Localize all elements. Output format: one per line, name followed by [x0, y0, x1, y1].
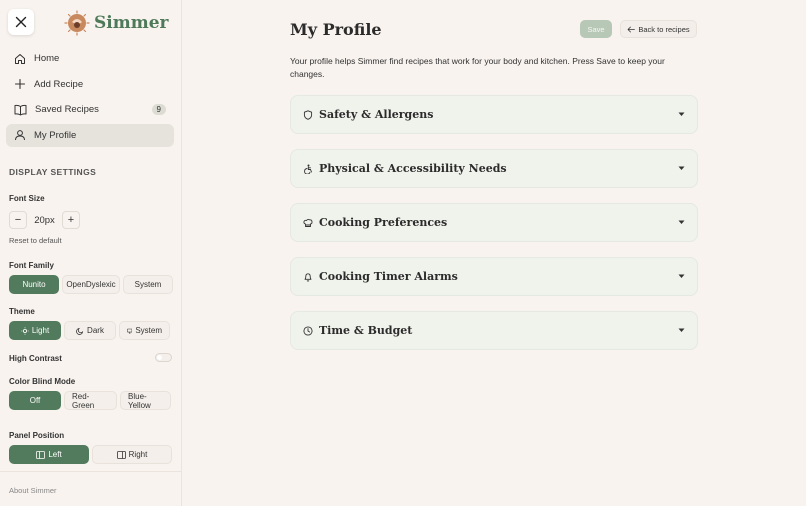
chevron-down-icon [678, 220, 685, 224]
shield-icon [303, 109, 313, 120]
panel-option-label: Left [48, 450, 62, 459]
theme-option-label: Dark [87, 326, 104, 335]
section-cooking-preferences[interactable]: Cooking Preferences [290, 203, 698, 242]
sidebar-item-label: Saved Recipes [35, 104, 99, 115]
section-physical-accessibility[interactable]: Physical & Accessibility Needs [290, 149, 698, 188]
theme-selector: Light Dark System [9, 321, 170, 340]
section-time-budget[interactable]: Time & Budget [290, 311, 698, 350]
app-name: Simmer [94, 13, 169, 33]
moon-icon [76, 327, 84, 335]
app-logo[interactable]: Simmer [64, 10, 168, 36]
font-option-nunito[interactable]: Nunito [9, 275, 59, 294]
color-blind-option-blue-yellow[interactable]: Blue-Yellow [120, 391, 171, 410]
sidebar-item-add-recipe[interactable]: Add Recipe [6, 73, 174, 96]
sun-icon [21, 326, 29, 335]
high-contrast-toggle[interactable] [155, 353, 172, 362]
close-sidebar-button[interactable] [8, 9, 34, 35]
chevron-down-icon [678, 166, 685, 170]
panel-option-left[interactable]: Left [9, 445, 89, 464]
font-size-value: 20px [34, 214, 55, 226]
font-option-system[interactable]: System [123, 275, 173, 294]
color-blind-option-red-green[interactable]: Red-Green [64, 391, 117, 410]
back-to-recipes-button[interactable]: Back to recipes [620, 20, 697, 38]
save-button[interactable]: Save [580, 20, 612, 38]
panel-position-selector: Left Right [9, 445, 172, 464]
section-title: Physical & Accessibility Needs [319, 162, 507, 175]
home-icon [15, 53, 25, 64]
chevron-down-icon [678, 328, 685, 332]
sidebar-item-label: Add Recipe [34, 78, 84, 90]
increase-font-button[interactable]: + [62, 211, 80, 229]
section-title: Time & Budget [319, 324, 413, 337]
arrow-left-icon [627, 26, 636, 32]
sidebar-item-label: My Profile [34, 129, 77, 141]
accessibility-icon [304, 164, 312, 174]
book-icon [14, 104, 27, 115]
theme-option-light[interactable]: Light [9, 321, 61, 340]
sidebar: Simmer Home Add Recipe Saved Recipes 9 M… [0, 0, 182, 506]
sidebar-divider [0, 471, 182, 472]
decrease-font-button[interactable]: − [9, 211, 27, 229]
font-family-label: Font Family [9, 261, 54, 270]
section-title: Safety & Allergens [319, 108, 434, 121]
reset-font-size-link[interactable]: Reset to default [9, 236, 62, 245]
section-cooking-timer-alarms[interactable]: Cooking Timer Alarms [290, 257, 698, 296]
section-title: Cooking Timer Alarms [319, 270, 458, 283]
panel-position-label: Panel Position [9, 431, 65, 440]
panel-right-icon [116, 450, 126, 459]
high-contrast-label: High Contrast [9, 354, 62, 363]
saved-count-badge: 9 [151, 104, 166, 115]
theme-option-label: System [135, 326, 162, 335]
sidebar-item-label: Home [34, 53, 60, 64]
profile-intro: Your profile helps Simmer find recipes t… [290, 56, 665, 79]
color-blind-option-off[interactable]: Off [9, 391, 61, 410]
theme-option-label: Light [31, 326, 50, 335]
sidebar-item-home[interactable]: Home [6, 47, 174, 70]
sidebar-item-my-profile[interactable]: My Profile [6, 123, 174, 147]
user-icon [15, 130, 25, 141]
theme-option-dark[interactable]: Dark [64, 321, 116, 340]
about-link[interactable]: About Simmer [9, 486, 57, 495]
color-blind-selector: Off Red-Green Blue-Yellow [9, 391, 171, 410]
theme-label: Theme [9, 307, 35, 316]
page-title: My Profile [290, 20, 382, 39]
chevron-down-icon [678, 112, 685, 116]
clock-icon [303, 325, 313, 336]
panel-left-icon [36, 450, 46, 459]
color-blind-label: Color Blind Mode [9, 377, 76, 386]
theme-option-system[interactable]: System [119, 321, 170, 340]
font-size-stepper: − 20px + [9, 211, 80, 229]
section-title: Cooking Preferences [319, 216, 448, 229]
back-label: Back to recipes [638, 24, 690, 34]
chef-hat-icon [303, 218, 313, 227]
sidebar-nav: Home Add Recipe Saved Recipes 9 My Profi… [6, 47, 174, 149]
plus-icon [14, 78, 26, 90]
sidebar-item-saved-recipes[interactable]: Saved Recipes 9 [6, 98, 174, 121]
chevron-down-icon [678, 274, 685, 278]
font-size-label: Font Size [9, 194, 45, 203]
simmer-logo-icon [64, 10, 90, 36]
close-icon [15, 16, 27, 28]
bell-icon [304, 272, 312, 282]
font-option-opendyslexic[interactable]: OpenDyslexic [62, 275, 120, 294]
panel-option-label: Right [128, 450, 148, 459]
monitor-icon [127, 328, 133, 333]
section-safety-allergens[interactable]: Safety & Allergens [290, 95, 698, 134]
display-settings-heading: DISPLAY SETTINGS [9, 167, 97, 177]
font-family-selector: Nunito OpenDyslexic System [9, 275, 173, 294]
panel-option-right[interactable]: Right [92, 445, 172, 464]
